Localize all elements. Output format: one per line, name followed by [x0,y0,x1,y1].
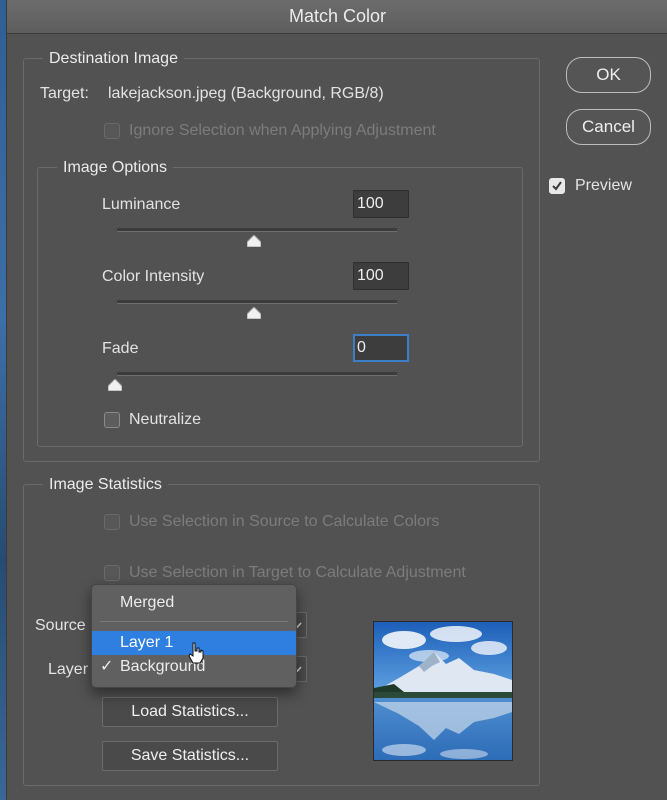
color-intensity-slider-thumb[interactable] [247,307,261,319]
color-intensity-slider-track[interactable] [117,300,397,304]
dialog-title: Match Color [7,0,667,34]
checkmark-icon [552,181,562,191]
target-label: Target: [40,85,89,102]
preview-checkbox[interactable] [549,178,565,194]
layer-dropdown-menu: Merged Layer 1 ✓ Background [91,584,297,688]
menu-item-merged-label: Merged [120,594,175,611]
use-selection-source-label: Use Selection in Source to Calculate Col… [129,513,440,530]
fade-slider-thumb[interactable] [108,379,122,391]
use-selection-source-checkbox[interactable] [104,514,120,530]
menu-item-layer-1-label: Layer 1 [120,634,174,651]
luminance-input[interactable]: 100 [353,190,409,218]
destination-image-legend: Destination Image [43,50,184,68]
fade-slider-track[interactable] [117,372,397,376]
source-label: Source [35,617,86,634]
ignore-selection-label: Ignore Selection when Applying Adjustmen… [129,122,436,139]
neutralize-checkbox[interactable] [104,412,120,428]
color-intensity-input[interactable]: 100 [353,262,409,290]
source-image-thumbnail [373,621,513,761]
save-statistics-button[interactable]: Save Statistics... [102,741,278,771]
load-statistics-button[interactable]: Load Statistics... [102,697,278,727]
hand-cursor-icon [188,642,204,664]
preview-label: Preview [575,177,632,194]
luminance-slider-thumb[interactable] [247,235,261,247]
neutralize-label: Neutralize [129,411,202,428]
cancel-button[interactable]: Cancel [566,109,651,145]
layer-label: Layer [48,661,89,678]
fade-label: Fade [102,340,139,357]
use-selection-target-label: Use Selection in Target to Calculate Adj… [129,564,466,581]
fade-input[interactable]: 0 [353,334,409,362]
image-options-legend: Image Options [57,159,174,177]
color-intensity-label: Color Intensity [102,268,205,285]
luminance-slider-track[interactable] [117,228,397,232]
ignore-selection-checkbox[interactable] [104,123,120,139]
ok-button[interactable]: OK [566,57,651,93]
menu-separator [100,621,288,622]
luminance-label: Luminance [102,196,181,213]
menu-item-merged[interactable]: Merged [92,591,296,615]
checkmark-icon: ✓ [100,658,114,675]
image-statistics-legend: Image Statistics [43,476,168,494]
match-color-dialog: Match Color OK Cancel Preview Destinatio… [6,0,667,800]
use-selection-target-checkbox[interactable] [104,565,120,581]
target-value: lakejackson.jpeg (Background, RGB/8) [108,85,384,102]
